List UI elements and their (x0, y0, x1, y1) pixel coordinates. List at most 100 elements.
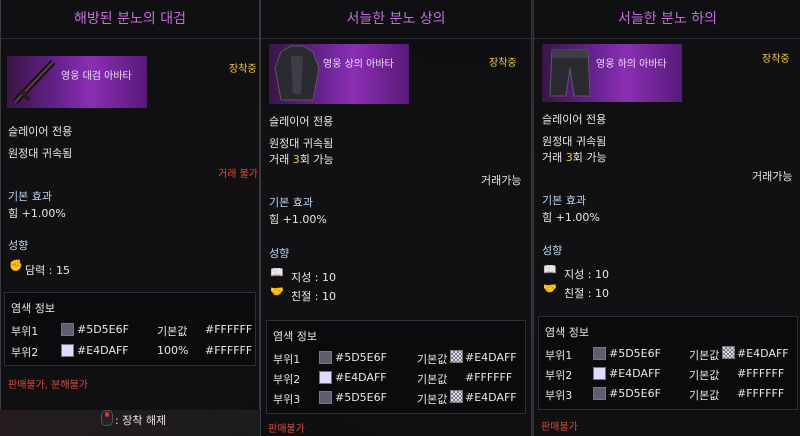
tendency-value: 지성 : 10 (291, 271, 336, 284)
pattern-swatch (450, 390, 463, 403)
dye-color-swatch (593, 387, 606, 400)
class-restriction: 슬레이어 전용 (8, 125, 73, 138)
dye-color-swatch (319, 351, 332, 364)
dye-info-header: 염색 정보 (11, 302, 55, 315)
pattern-swatch (450, 350, 463, 363)
dye-base-value: #E4DAFF (465, 351, 517, 364)
item-type-label: 영웅 대검 아바타 (61, 71, 132, 82)
class-restriction: 슬레이어 전용 (542, 113, 607, 126)
book-icon: 📖 (543, 263, 557, 276)
tendency-value: 담력 : 15 (25, 264, 70, 277)
tendency-value: 지성 : 10 (564, 268, 609, 281)
dye-color-value: #E4DAFF (77, 344, 129, 357)
dye-part-label: 부위1 (11, 325, 39, 338)
trade-limit: 거래 3회 가능 (542, 151, 607, 164)
dye-color-swatch (319, 371, 332, 384)
item-title: 해방된 분노의 대검 (1, 0, 259, 39)
dye-part-label: 부위3 (273, 393, 301, 406)
dye-part-label: 부위2 (11, 346, 39, 359)
trade-limit: 거래 3회 가능 (269, 153, 334, 166)
tendency-value: 친절 : 10 (291, 290, 336, 303)
bound-status: 원정대 귀속됨 (269, 137, 334, 150)
dye-base-value: #E4DAFF (737, 347, 789, 360)
trade-status: 거래가능 (752, 170, 793, 183)
mouse-icon (101, 410, 113, 426)
base-effect-header: 기본 효과 (269, 196, 313, 209)
pattern-swatch (722, 346, 735, 359)
item-thumbnail: 영웅 대검 아바타 (7, 56, 147, 108)
tendency-header: 성향 (269, 247, 290, 260)
dye-base-value: #E4DAFF (465, 391, 517, 404)
dye-part-label: 부위1 (273, 353, 301, 366)
armor-top-icon (274, 45, 320, 101)
dye-color-value: #5D5E6F (609, 347, 661, 360)
dye-color-swatch (61, 344, 74, 357)
tendency-header: 성향 (8, 239, 29, 252)
fist-icon: ✊ (9, 259, 23, 272)
dye-color-value: #E4DAFF (335, 371, 387, 384)
dye-info-header: 염색 정보 (545, 326, 589, 339)
dye-color-value: #E4DAFF (609, 367, 661, 380)
dye-base-label: 기본값 (157, 325, 188, 338)
dye-base-label: 100% (157, 344, 189, 357)
bound-status: 원정대 귀속됨 (8, 147, 73, 160)
item-type-label: 영웅 상의 아바타 (323, 59, 394, 70)
equipped-badge: 장착중 (762, 54, 790, 65)
dye-color-value: #5D5E6F (335, 351, 387, 364)
sale-status: 판매불가 (268, 424, 305, 435)
dye-color-value: #5D5E6F (335, 391, 387, 404)
dye-base-label: 기본값 (417, 373, 448, 386)
dye-info-box: 염색 정보 부위1 #5D5E6F 기본값 #FFFFFF 부위2 #E4DAF… (4, 292, 256, 366)
dye-part-label: 부위2 (545, 369, 573, 382)
base-effect-value: 힘 +1.00% (8, 207, 66, 220)
item-thumbnail: 영웅 하의 아바타 (542, 44, 682, 102)
bound-status: 원정대 귀속됨 (542, 135, 607, 148)
dye-color-swatch (593, 347, 606, 360)
tendency-value: 친절 : 10 (564, 287, 609, 300)
class-restriction: 슬레이어 전용 (269, 115, 334, 128)
sale-status: 판매불가 (541, 422, 578, 433)
dye-base-value: #FFFFFF (737, 387, 785, 400)
sale-status: 판매불가, 분해불가 (8, 380, 88, 391)
equipped-badge: 장착중 (229, 64, 257, 75)
greatsword-icon (12, 59, 56, 105)
dye-info-box: 염색 정보 부위1 #5D5E6F 기본값 #E4DAFF 부위2 #E4DAF… (266, 320, 526, 414)
dye-info-box: 염색 정보 부위1 #5D5E6F 기본값 #E4DAFF 부위2 #E4DAF… (538, 316, 798, 410)
dye-base-label: 기본값 (417, 393, 448, 406)
dye-base-label: 기본값 (689, 369, 720, 382)
handshake-icon: 🤝 (270, 285, 284, 298)
dye-color-value: #5D5E6F (77, 323, 129, 336)
handshake-icon: 🤝 (543, 282, 557, 295)
unequip-hint: : 장착 해제 (115, 414, 167, 427)
base-effect-header: 기본 효과 (542, 194, 586, 207)
base-effect-value: 힘 +1.00% (542, 211, 600, 224)
dye-color-swatch (593, 367, 606, 380)
trade-status: 거래 불가 (218, 169, 258, 180)
item-title: 서늘한 분노 하의 (534, 0, 800, 39)
base-effect-value: 힘 +1.00% (269, 213, 327, 226)
dye-color-value: #5D5E6F (609, 387, 661, 400)
dye-color-swatch (61, 323, 74, 336)
dye-info-header: 염색 정보 (273, 330, 317, 343)
dye-base-value: #FFFFFF (205, 344, 253, 357)
dye-base-value: #FFFFFF (737, 367, 785, 380)
dye-color-swatch (319, 391, 332, 404)
tooltip-bottom-avatar: 서늘한 분노 하의 영웅 하의 아바타 장착중 슬레이어 전용 원정대 귀속됨 … (533, 0, 800, 436)
dye-base-value: #FFFFFF (205, 323, 253, 336)
tendency-header: 성향 (542, 244, 563, 257)
dye-base-value: #FFFFFF (465, 371, 513, 384)
dye-base-label: 기본값 (689, 349, 720, 362)
dye-base-label: 기본값 (689, 389, 720, 402)
dye-part-label: 부위2 (273, 373, 301, 386)
book-icon: 📖 (270, 266, 284, 279)
trade-status: 거래가능 (481, 174, 522, 187)
tooltip-top-avatar: 서늘한 분노 상의 영웅 상의 아바타 장착중 슬레이어 전용 원정대 귀속됨 … (260, 0, 532, 436)
item-title: 서늘한 분노 상의 (261, 0, 531, 39)
armor-bottom-icon (549, 49, 591, 97)
item-type-label: 영웅 하의 아바타 (596, 59, 667, 70)
base-effect-header: 기본 효과 (8, 190, 52, 203)
equipped-badge: 장착중 (489, 58, 517, 69)
dye-base-label: 기본값 (417, 353, 448, 366)
dye-part-label: 부위3 (545, 389, 573, 402)
item-thumbnail: 영웅 상의 아바타 (269, 44, 409, 104)
